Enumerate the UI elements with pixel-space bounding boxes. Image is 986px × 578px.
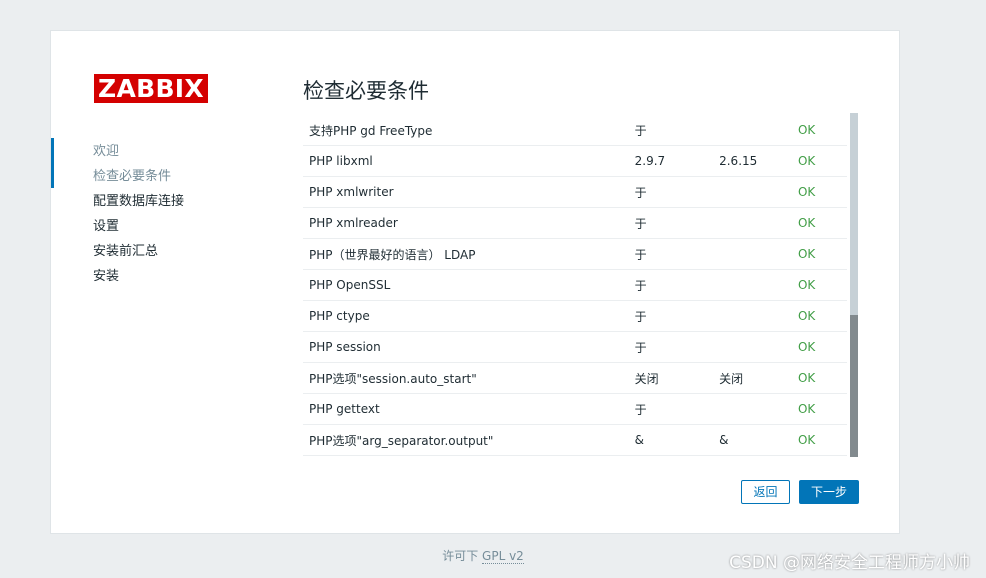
scrollbar-track[interactable]: [850, 113, 858, 457]
scrollbar-thumb[interactable]: [850, 315, 858, 457]
back-button[interactable]: 返回: [741, 480, 790, 504]
current-value: 于: [628, 176, 714, 208]
required-value: [713, 393, 792, 425]
requirement-name: PHP xmlreader: [303, 207, 629, 239]
requirements-table-container[interactable]: 支持PHP gd FreeType 于 OK PHP libxml 2.9.7 2.6.1…: [303, 115, 859, 457]
table-row: PHP session 于 OK: [303, 331, 847, 363]
logo-text: ZABBIX: [98, 74, 204, 103]
status-badge: OK: [791, 238, 847, 270]
required-value: [713, 269, 792, 301]
table-row: PHP xmlwriter 于 OK: [303, 176, 847, 208]
current-value: &: [628, 424, 714, 456]
requirement-name: PHP xmlwriter: [303, 176, 629, 208]
required-value: [713, 331, 792, 363]
requirement-name: PHP libxml: [303, 145, 629, 177]
table-row: PHP xmlreader 于 OK: [303, 207, 847, 239]
requirement-name: PHP选项"arg_separator.output": [303, 424, 629, 456]
status-badge: OK: [791, 300, 847, 332]
gpl-link[interactable]: GPL v2: [482, 549, 524, 564]
requirement-name: PHP gettext: [303, 393, 629, 425]
required-value: 关闭: [713, 362, 792, 394]
zabbix-logo: ZABBIX: [94, 74, 208, 103]
requirement-name: PHP选项"session.auto_start": [303, 362, 629, 394]
status-badge: OK: [791, 176, 847, 208]
requirement-name: PHP OpenSSL: [303, 269, 629, 301]
current-value: 于: [628, 238, 714, 270]
step-welcome: 欢迎: [93, 144, 120, 159]
current-value: 于: [628, 269, 714, 301]
status-badge: OK: [791, 331, 847, 363]
table-row: PHP gettext 于 OK: [303, 393, 847, 425]
status-badge: OK: [791, 393, 847, 425]
table-row: PHP ctype 于 OK: [303, 300, 847, 332]
step-install: 安装: [93, 269, 120, 284]
required-value: [713, 300, 792, 332]
requirement-name: PHP ctype: [303, 300, 629, 332]
current-value: 于: [628, 393, 714, 425]
table-row: 支持PHP gd FreeType 于 OK: [303, 115, 847, 146]
required-value: [713, 207, 792, 239]
setup-card: ZABBIX 欢迎 检查必要条件 配置数据库连接 设置 安装前汇总 安装 检查必…: [50, 30, 900, 534]
next-button[interactable]: 下一步: [799, 480, 859, 504]
current-value: 关闭: [628, 362, 714, 394]
watermark: CSDN @网络安全工程师方小帅: [729, 553, 970, 573]
current-value: 2.9.7: [628, 145, 714, 177]
step-check-prerequisites: 检查必要条件: [51, 138, 271, 189]
step-db-connection: 配置数据库连接: [93, 194, 185, 209]
required-value: [713, 115, 792, 146]
current-value: 于: [628, 207, 714, 239]
required-value: &: [713, 424, 792, 456]
table-row: PHP选项"arg_separator.output" & & OK: [303, 424, 847, 456]
page-title: 检查必要条件: [303, 79, 429, 103]
required-value: [713, 176, 792, 208]
step-pre-install-summary: 安装前汇总: [93, 244, 159, 259]
status-badge: OK: [791, 207, 847, 239]
required-value: 2.6.15: [713, 145, 792, 177]
requirement-name: PHP（世界最好的语言） LDAP: [303, 238, 629, 270]
current-value: 于: [628, 115, 714, 146]
table-row: PHP OpenSSL 于 OK: [303, 269, 847, 301]
footer-license-prefix: 许可下: [442, 549, 479, 563]
status-badge: OK: [791, 145, 847, 177]
table-row: PHP选项"session.auto_start" 关闭 关闭 OK: [303, 362, 847, 394]
table-row: PHP（世界最好的语言） LDAP 于 OK: [303, 238, 847, 270]
status-badge: OK: [791, 269, 847, 301]
step-settings: 设置: [93, 219, 120, 234]
requirement-name: 支持PHP gd FreeType: [303, 115, 629, 146]
status-badge: OK: [791, 424, 847, 456]
required-value: [713, 238, 792, 270]
table-row: PHP libxml 2.9.7 2.6.15 OK: [303, 145, 847, 177]
requirements-table: 支持PHP gd FreeType 于 OK PHP libxml 2.9.7 2.6.1…: [303, 115, 847, 456]
status-badge: OK: [791, 362, 847, 394]
requirement-name: PHP session: [303, 331, 629, 363]
setup-steps: 欢迎 检查必要条件 配置数据库连接 设置 安装前汇总 安装: [51, 138, 271, 289]
current-value: 于: [628, 300, 714, 332]
current-value: 于: [628, 331, 714, 363]
status-badge: OK: [791, 115, 847, 146]
